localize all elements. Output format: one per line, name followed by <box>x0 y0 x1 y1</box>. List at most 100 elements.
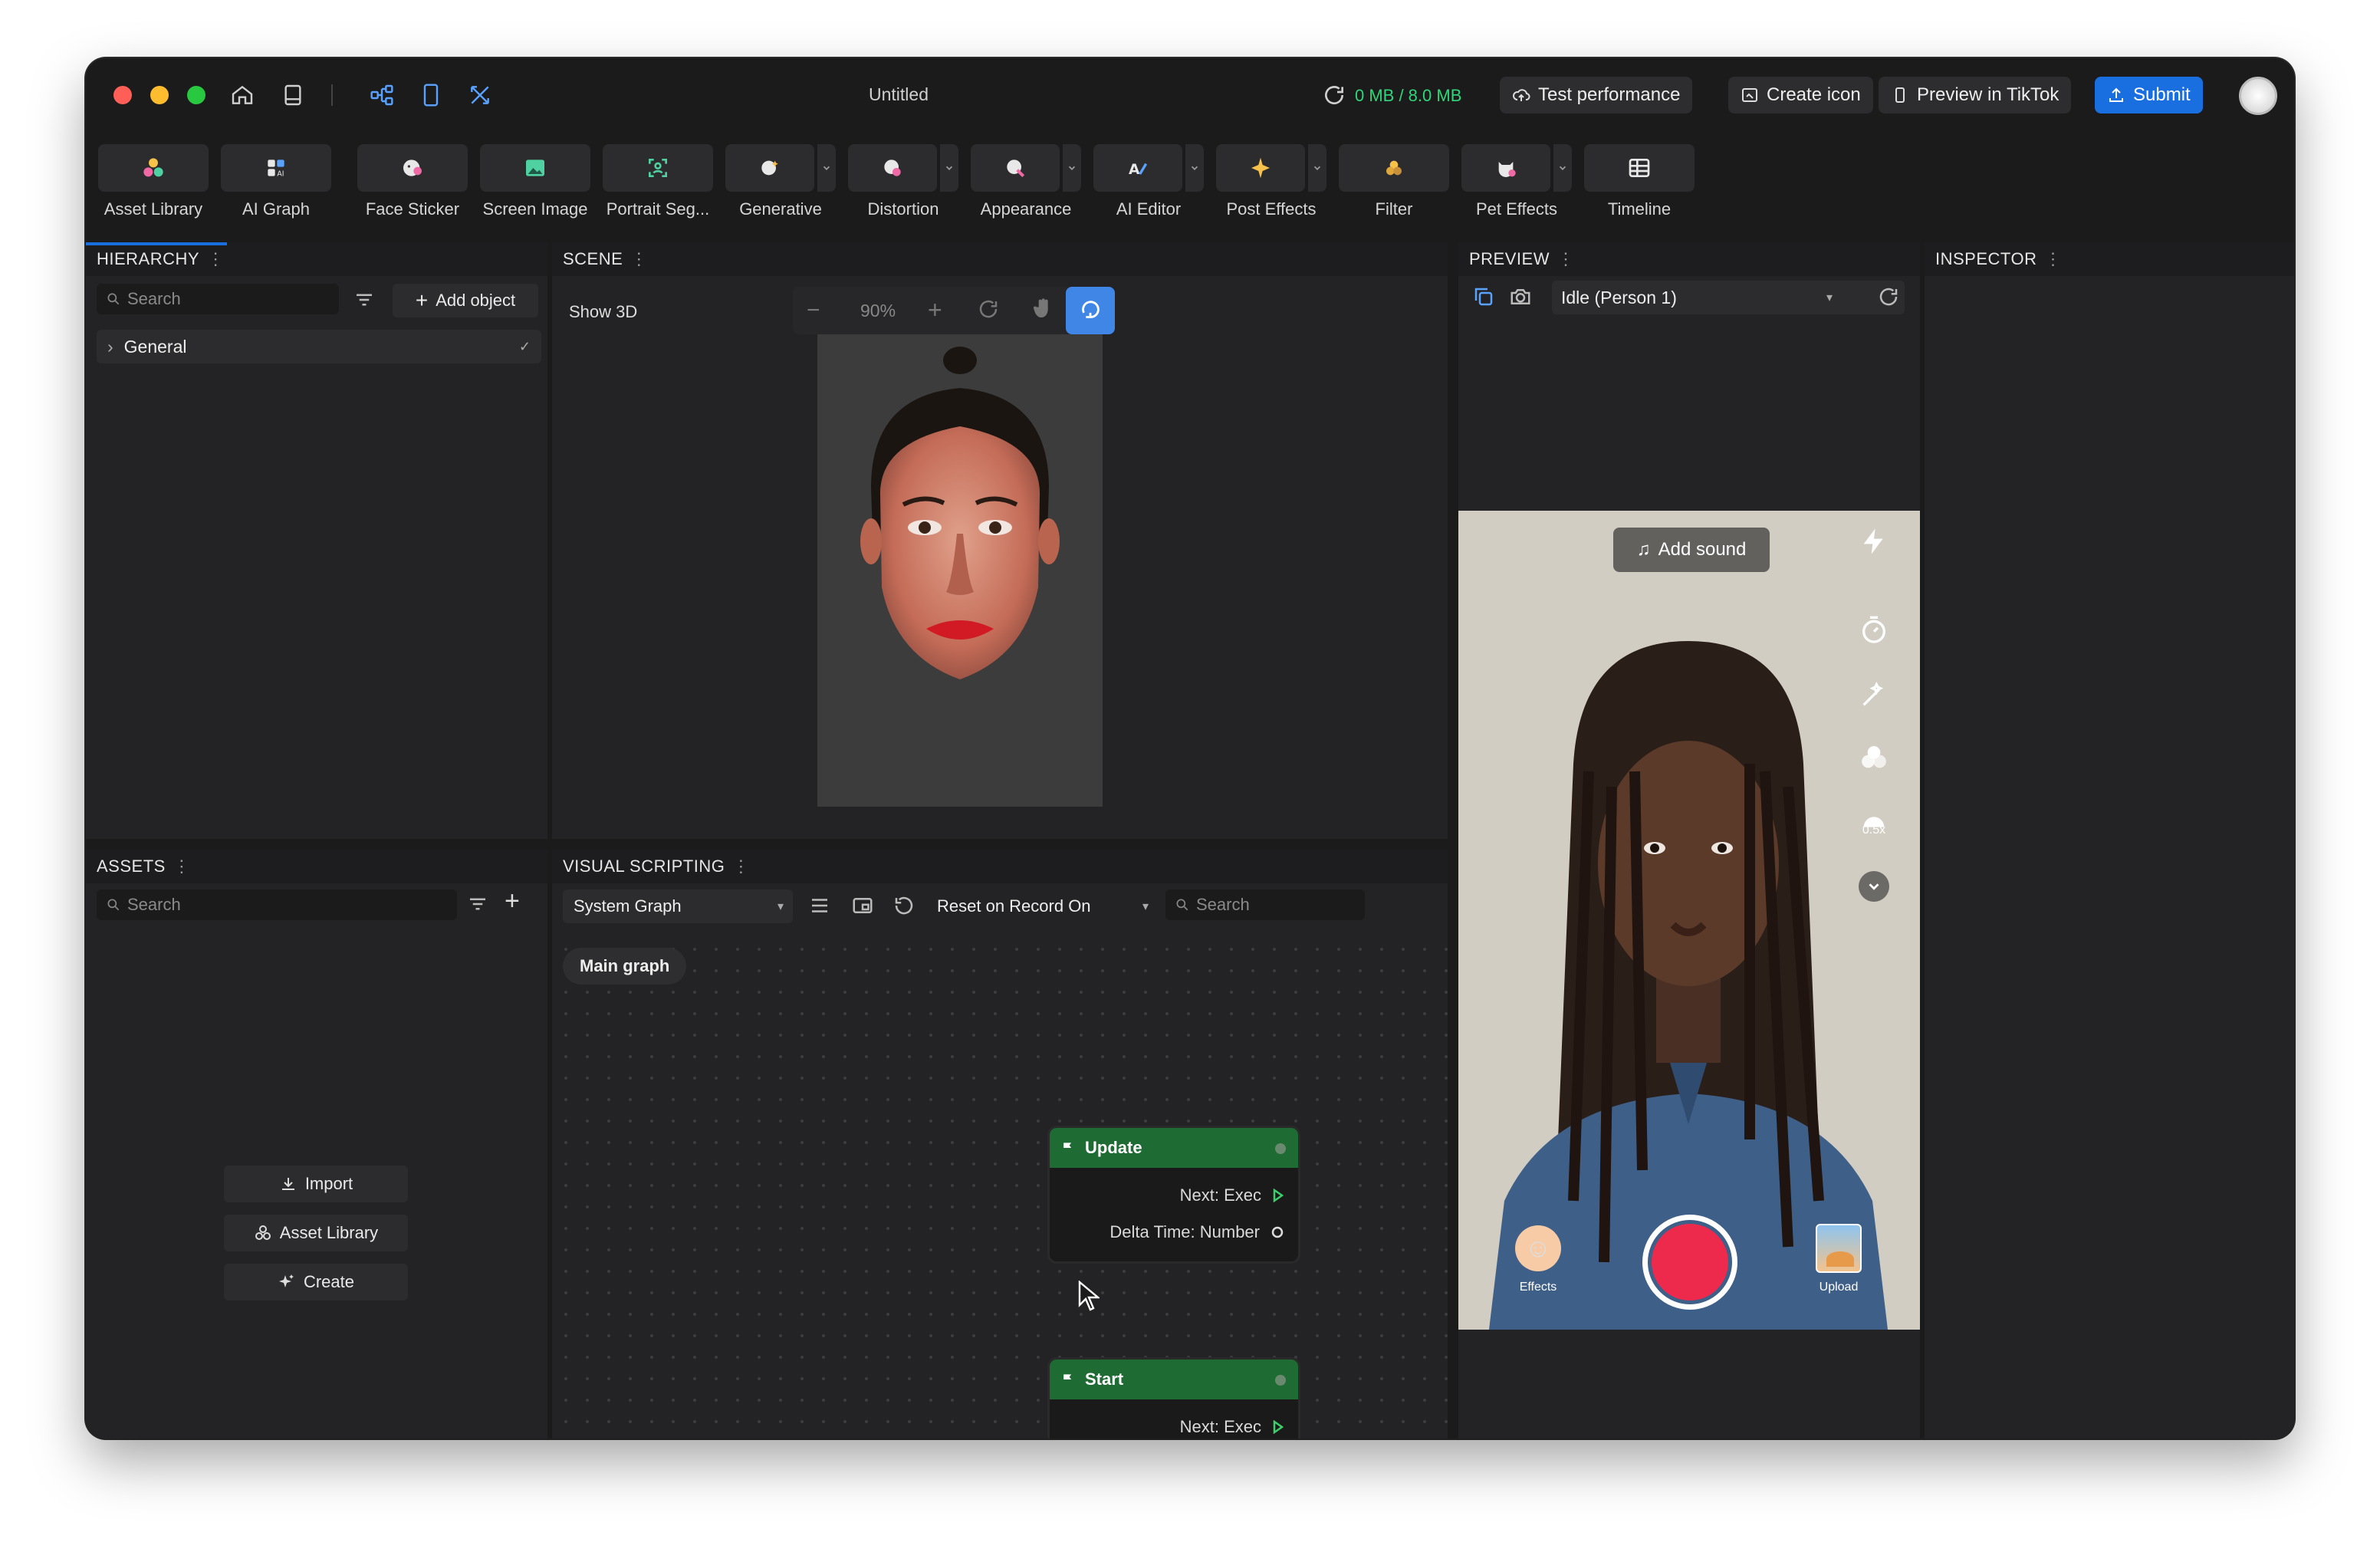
camera-preview[interactable]: ♫ Add sound 0.5x ☺ Effects Upload <box>1458 511 1920 1330</box>
test-performance-button[interactable]: Test performance <box>1500 77 1693 113</box>
reset-icon[interactable] <box>893 894 916 921</box>
tool-pet-effects[interactable]: Pet Effects <box>1461 144 1572 230</box>
image-edit-icon <box>1742 88 1757 102</box>
tool-post-effects[interactable]: Post Effects <box>1216 144 1326 230</box>
timer-icon[interactable] <box>1857 613 1891 647</box>
flash-icon[interactable] <box>1857 524 1891 558</box>
scene-header: SCENE ⋮ <box>552 242 1448 276</box>
filter-icon[interactable] <box>353 288 376 311</box>
svg-text:AI: AI <box>277 170 284 179</box>
visual-scripting-panel[interactable]: VISUAL SCRIPTING ⋮ System Graph ▾ Reset … <box>552 850 1448 1439</box>
create-icon-button[interactable]: Create icon <box>1728 77 1873 113</box>
user-avatar[interactable] <box>2239 77 2277 115</box>
reset-view-icon[interactable] <box>977 298 1000 324</box>
add-sound-button[interactable]: ♫ Add sound <box>1613 528 1770 572</box>
landscape-icon <box>1826 1251 1854 1267</box>
tool-face-sticker[interactable]: Face Sticker <box>357 144 468 230</box>
filter-icon[interactable] <box>466 893 489 919</box>
create-button[interactable]: Create <box>224 1264 408 1300</box>
tool-portrait-seg[interactable]: Portrait Seg... <box>603 144 713 230</box>
magic-wand-icon[interactable] <box>1857 678 1891 712</box>
sparkle-icon <box>278 1274 294 1287</box>
tool-ai-graph[interactable]: AI AI Graph <box>221 144 331 230</box>
add-object-button[interactable]: + Add object <box>393 284 538 317</box>
tool-distortion[interactable]: Distortion <box>848 144 958 230</box>
graph-search-input[interactable]: Search <box>1165 889 1365 920</box>
zoom-in-button[interactable]: + <box>928 296 942 324</box>
tool-screen-image[interactable]: Screen Image <box>480 144 590 230</box>
scene-viewport[interactable] <box>817 334 1103 807</box>
node-status-dot <box>1275 1143 1286 1154</box>
data-pin-icon <box>1271 1226 1284 1238</box>
duplicate-icon[interactable] <box>1472 285 1495 312</box>
list-view-icon[interactable] <box>808 894 831 921</box>
phone-icon <box>1895 87 1905 103</box>
tool-ai-editor[interactable]: A AI Editor <box>1093 144 1204 230</box>
import-button[interactable]: Import <box>224 1166 408 1202</box>
memory-usage: 0 MB / 8.0 MB <box>1355 86 1462 105</box>
search-icon <box>107 293 120 305</box>
reset-mode-select[interactable]: Reset on Record On ▾ <box>928 889 1158 923</box>
tool-filter[interactable]: Filter <box>1339 144 1449 230</box>
general-group[interactable]: › General ✓ <box>97 330 541 363</box>
generative-icon <box>761 160 778 176</box>
tool-timeline[interactable]: Timeline <box>1584 144 1695 230</box>
assets-search-input[interactable]: Search <box>97 889 457 920</box>
preview-in-tiktok-button[interactable]: Preview in TikTok <box>1879 77 2072 113</box>
portrait-seg-icon <box>649 159 667 177</box>
refresh-preview-icon[interactable] <box>1877 285 1900 312</box>
chevron-down-icon[interactable] <box>817 144 836 192</box>
app-window: Untitled 0 MB / 8.0 MB Test performance … <box>86 58 2294 1439</box>
face-sticker-icon <box>403 159 422 176</box>
show-3d-toggle[interactable]: Show 3D <box>569 302 637 322</box>
hand-tool-icon[interactable] <box>1031 296 1055 324</box>
title-bar: Untitled 0 MB / 8.0 MB Test performance … <box>86 58 2294 132</box>
tool-appearance[interactable]: Appearance <box>971 144 1081 230</box>
hierarchy-panel: HIERARCHY ⋮ Search + Add object › Genera… <box>86 242 547 839</box>
chevron-down-icon: ▾ <box>1826 291 1833 304</box>
minimap-icon[interactable] <box>851 894 874 921</box>
more-options-icon[interactable]: ⋮ <box>1557 249 1575 269</box>
chevron-down-icon[interactable] <box>940 144 958 192</box>
chevron-down-icon[interactable] <box>1308 144 1326 192</box>
chevron-down-icon[interactable] <box>1063 144 1081 192</box>
main-graph-tab[interactable]: Main graph <box>563 948 687 985</box>
filters-icon[interactable] <box>1857 741 1891 774</box>
start-node[interactable]: Start Next: Exec <box>1047 1357 1300 1439</box>
zoom-out-button[interactable]: − <box>807 298 820 324</box>
scene-panel: SCENE ⋮ Show 3D − 90% + <box>552 242 1448 839</box>
ai-editor-icon: A <box>1129 162 1148 178</box>
effects-button[interactable]: ☺ <box>1515 1225 1561 1271</box>
asset-library-button[interactable]: Asset Library <box>224 1215 408 1251</box>
hierarchy-search-input[interactable]: Search <box>97 284 339 314</box>
preview-mode-select[interactable]: Idle (Person 1) ▾ <box>1552 281 1905 314</box>
graph-type-select[interactable]: System Graph ▾ <box>563 889 793 923</box>
upload-button[interactable] <box>1816 1224 1862 1273</box>
more-options-icon[interactable]: ⋮ <box>2044 249 2062 269</box>
node-output-port[interactable]: Delta Time: Number <box>1050 1214 1298 1251</box>
inspector-panel: INSPECTOR ⋮ <box>1925 242 2294 1439</box>
more-options-icon[interactable]: ⋮ <box>630 249 648 269</box>
expand-more-button[interactable] <box>1859 871 1889 902</box>
chevron-down-icon: ▾ <box>777 900 784 913</box>
chevron-down-icon[interactable] <box>1185 144 1204 192</box>
more-options-icon[interactable]: ⋮ <box>732 857 750 876</box>
more-options-icon[interactable]: ⋮ <box>207 249 225 269</box>
node-output-port[interactable]: Next: Exec <box>1050 1409 1298 1439</box>
update-node[interactable]: Update Next: Exec Delta Time: Number <box>1047 1126 1300 1264</box>
ai-graph-icon: AI <box>268 159 284 179</box>
orbit-tool-button[interactable] <box>1066 287 1115 334</box>
inspector-header: INSPECTOR ⋮ <box>1925 242 2294 276</box>
appearance-icon <box>1007 159 1025 178</box>
tool-generative[interactable]: Generative <box>725 144 836 230</box>
submit-button[interactable]: Submit <box>2095 77 2203 113</box>
more-options-icon[interactable]: ⋮ <box>173 857 191 876</box>
refresh-icon[interactable] <box>1319 80 1349 110</box>
tool-asset-library[interactable]: Asset Library <box>98 144 209 230</box>
node-output-port[interactable]: Next: Exec <box>1050 1177 1298 1214</box>
record-button[interactable] <box>1642 1215 1737 1310</box>
chevron-down-icon <box>1869 883 1879 890</box>
camera-icon[interactable] <box>1509 285 1532 312</box>
chevron-down-icon[interactable] <box>1553 144 1572 192</box>
add-asset-button[interactable]: + <box>505 886 520 916</box>
